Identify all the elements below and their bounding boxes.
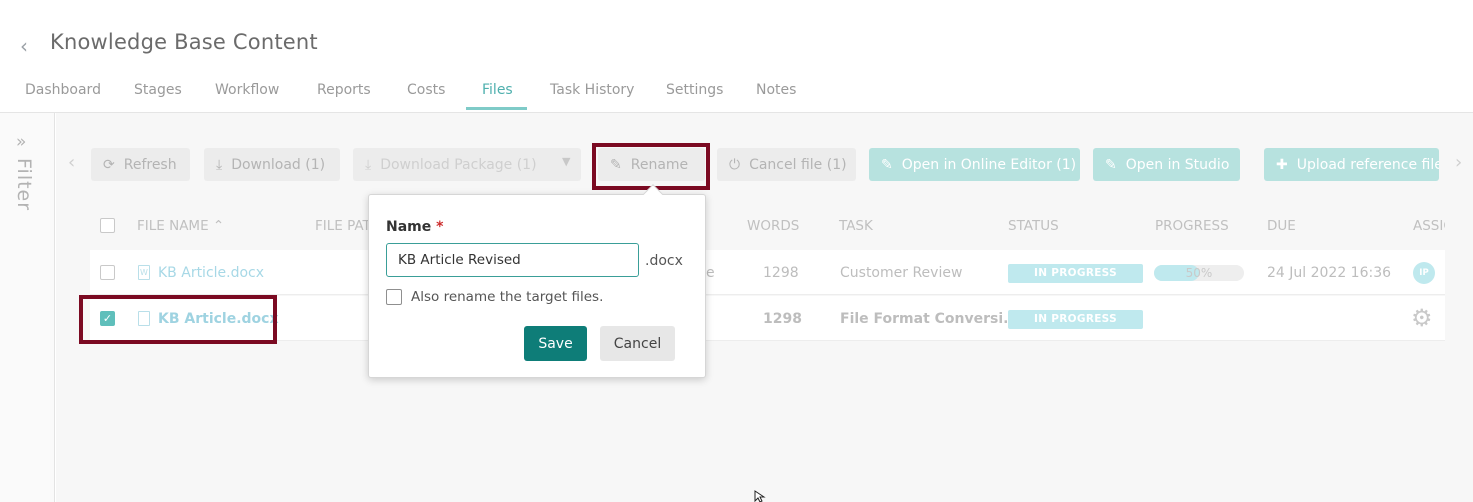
open-studio-button[interactable]: ✎ Open in Studio (1093, 148, 1240, 181)
tab-files[interactable]: Files (482, 82, 513, 98)
download-icon: ⤓ (365, 156, 372, 173)
word-document-icon: W (138, 265, 150, 280)
status-badge: IN PROGRESS (1008, 264, 1143, 283)
rename-highlight (592, 143, 710, 190)
edit-icon: ✎ (1105, 156, 1117, 173)
refresh-label: Refresh (123, 156, 177, 173)
open-online-editor-button[interactable]: ✎ Open in Online Editor (1) (869, 148, 1080, 181)
cancel-button[interactable]: Cancel (600, 326, 675, 361)
tab-settings[interactable]: Settings (666, 82, 723, 98)
progress-bar: 50% (1154, 265, 1244, 281)
tab-dashboard[interactable]: Dashboard (25, 82, 101, 98)
column-task[interactable]: TASK (839, 218, 873, 234)
sort-asc-icon: ⌃ (212, 218, 225, 234)
words-cell: 1298 (763, 311, 802, 327)
words-cell: 1298 (763, 265, 799, 281)
download-label: Download (1) (231, 156, 326, 173)
download-icon: ⤓ (216, 156, 223, 173)
upload-reference-button[interactable]: ✚ Upload reference files (1264, 148, 1439, 181)
toolbar-scroll-right-icon[interactable]: › (1455, 152, 1462, 173)
power-icon: ⏻ (729, 156, 741, 173)
selected-file-highlight (79, 295, 277, 344)
rename-name-input[interactable] (386, 243, 639, 277)
open-studio-label: Open in Studio (1125, 156, 1230, 173)
name-field-label: Name * (386, 219, 444, 235)
mouse-cursor-icon (754, 490, 766, 502)
page-title: Knowledge Base Content (50, 30, 318, 54)
toolbar-scroll-left-icon[interactable]: ‹ (68, 152, 75, 173)
task-cell: Customer Review (840, 265, 963, 281)
tab-reports[interactable]: Reports (317, 82, 371, 98)
column-status[interactable]: STATUS (1008, 218, 1059, 234)
cancel-file-button[interactable]: ⏻ Cancel file (1) (717, 148, 856, 181)
cancel-file-label: Cancel file (1) (749, 156, 847, 173)
download-package-label: Download Package (1) (380, 156, 537, 173)
column-file-name[interactable]: FILE NAME ⌃ (137, 218, 224, 234)
avatar[interactable]: IP (1413, 262, 1435, 284)
column-file-path[interactable]: FILE PAT (315, 218, 371, 234)
upload-reference-label: Upload reference files (1296, 156, 1439, 173)
filter-label[interactable]: Filter (13, 158, 35, 211)
due-cell: 24 Jul 2022 16:36 (1267, 265, 1392, 281)
row-checkbox[interactable] (100, 265, 115, 280)
open-online-editor-label: Open in Online Editor (1) (901, 156, 1077, 173)
column-progress[interactable]: PROGRESS (1155, 218, 1229, 234)
refresh-icon: ⟳ (103, 156, 115, 173)
download-button[interactable]: ⤓ Download (1) (204, 148, 340, 181)
tab-stages[interactable]: Stages (134, 82, 182, 98)
chevron-down-icon[interactable]: ▼ (562, 155, 570, 168)
file-extension: .docx (645, 253, 683, 269)
save-button[interactable]: Save (524, 326, 587, 361)
task-cell: File Format Conversi... (840, 311, 1020, 327)
back-icon[interactable]: ‹ (20, 34, 28, 58)
status-badge: IN PROGRESS (1008, 310, 1143, 329)
file-path-cell: e (706, 265, 715, 281)
column-words[interactable]: WORDS (747, 218, 799, 234)
select-all-checkbox[interactable] (100, 218, 115, 233)
also-rename-target-checkbox[interactable] (386, 289, 402, 305)
file-name-link[interactable]: KB Article.docx (158, 265, 264, 281)
tab-workflow[interactable]: Workflow (215, 82, 279, 98)
active-tab-indicator (466, 107, 527, 110)
column-due[interactable]: DUE (1267, 218, 1296, 234)
tab-costs[interactable]: Costs (407, 82, 445, 98)
double-chevron-right-icon[interactable]: » (16, 132, 26, 152)
download-package-button[interactable]: ⤓ Download Package (1) (353, 148, 581, 181)
column-assignee[interactable]: ASSIG (1413, 218, 1445, 234)
plus-icon: ✚ (1276, 156, 1288, 173)
edit-icon: ✎ (881, 156, 893, 173)
also-rename-target-label[interactable]: Also rename the target files. (411, 289, 603, 305)
tab-task-history[interactable]: Task History (550, 82, 634, 98)
gear-icon[interactable]: ⚙ (1411, 304, 1433, 332)
tab-notes[interactable]: Notes (756, 82, 796, 98)
refresh-button[interactable]: ⟳ Refresh (91, 148, 190, 181)
progress-text: 50% (1185, 266, 1213, 280)
required-marker: * (436, 219, 444, 235)
